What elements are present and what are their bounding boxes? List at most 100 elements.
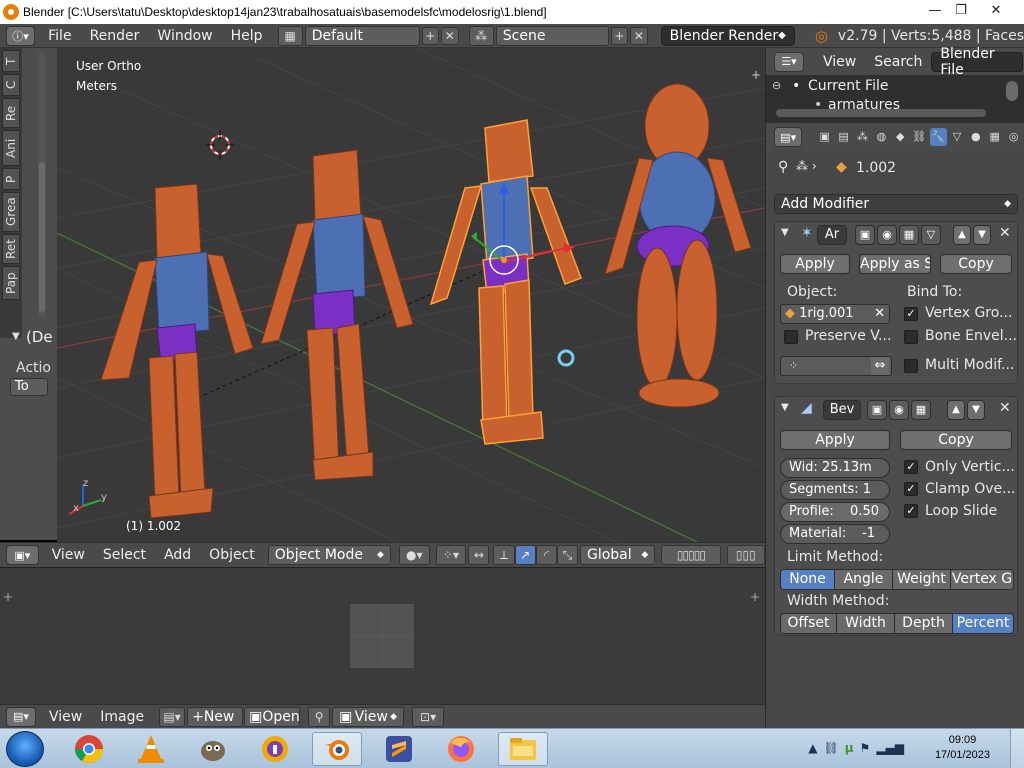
interaction-mode-dropdown[interactable]: Object Mode ◆ <box>267 545 391 565</box>
render-engine-dropdown[interactable]: Blender Render ◆ <box>660 25 795 46</box>
utorrent-icon[interactable]: µ <box>845 741 854 755</box>
pivot-point-icon[interactable]: ⁘▾ <box>435 545 467 565</box>
vertex-group-field[interactable]: ⁘ ⇔ <box>780 356 892 376</box>
modifiers-tab-icon[interactable]: 🔧 <box>929 128 947 146</box>
invert-vgroup-icon[interactable]: ⇔ <box>871 357 889 375</box>
bone-envelopes-checkbox[interactable] <box>904 330 918 344</box>
sublime-icon[interactable] <box>374 732 424 766</box>
bevel-width-field[interactable]: Wid: 25.13m <box>780 458 890 478</box>
width-offset-option[interactable]: Offset <box>781 614 837 633</box>
object-tab-icon[interactable]: ◆ <box>892 128 909 146</box>
firefox-icon[interactable] <box>436 732 486 766</box>
width-percent-option[interactable]: Percent <box>953 614 1013 633</box>
blender-icon[interactable] <box>312 732 362 766</box>
bevel-apply-button[interactable]: Apply <box>780 430 890 450</box>
limit-weight-option[interactable]: Weight <box>893 570 951 589</box>
minimize-button[interactable]: — <box>922 2 948 20</box>
outliner-menu-view[interactable]: View <box>814 54 865 70</box>
menu-object[interactable]: Object <box>200 547 264 563</box>
menu-add[interactable]: Add <box>155 547 200 563</box>
width-width-option[interactable]: Width <box>837 614 895 633</box>
collapse-arrow-icon[interactable]: ▼ <box>781 402 789 413</box>
menu-help[interactable]: Help <box>222 28 272 44</box>
menu-image[interactable]: Image <box>91 709 153 725</box>
manipulator-toggle-icon[interactable]: ↔ <box>468 545 490 565</box>
menu-window[interactable]: Window <box>148 28 221 44</box>
chevron-down-icon[interactable]: ▼ <box>12 331 20 342</box>
menu-view[interactable]: View <box>43 547 94 563</box>
outliner-display-mode[interactable]: Blender File <box>931 46 1024 78</box>
screen-layout-icon[interactable]: ▦ <box>277 25 303 46</box>
translate-active-icon[interactable]: ↗ <box>514 545 536 565</box>
scene-tab-icon[interactable]: ⁂ <box>854 128 871 146</box>
operator-action-field[interactable]: To <box>10 378 48 396</box>
remove-layout-button[interactable]: ✕ <box>441 26 459 45</box>
outliner-menu-search[interactable]: Search <box>865 54 931 70</box>
preserve-volume-checkbox[interactable] <box>784 330 798 344</box>
bevel-material-field[interactable]: Material: -1 <box>780 524 890 544</box>
armature-apply-button[interactable]: Apply <box>780 254 850 274</box>
bevel-profile-field[interactable]: Profile: 0.50 <box>780 502 890 522</box>
tab-physics[interactable]: P <box>2 168 20 190</box>
editmode-toggle-icon[interactable]: ▦ <box>899 225 919 245</box>
flag-icon[interactable]: ⚑ <box>860 741 871 755</box>
scene-field[interactable]: Scene <box>495 25 609 46</box>
tab-retopo[interactable]: Ret <box>2 234 20 264</box>
3d-viewport[interactable]: User Ortho Meters (1) 1.002 z x y + <box>57 48 765 542</box>
add-modifier-dropdown[interactable]: Add Modifier ◆ <box>774 194 1018 214</box>
texture-tab-icon[interactable]: ▦ <box>986 128 1003 146</box>
tab-grease-pencil[interactable]: Grea <box>2 192 20 232</box>
show-desktop-button[interactable] <box>1010 729 1024 768</box>
menu-select[interactable]: Select <box>94 547 155 563</box>
start-button[interactable] <box>6 731 44 767</box>
image-editor[interactable]: + + <box>0 567 765 704</box>
width-method-selector[interactable]: Offset Width Depth Percent <box>780 613 1014 634</box>
image-editor-expand-right-icon[interactable]: + <box>750 590 760 604</box>
render-toggle-icon[interactable]: ▣ <box>855 225 875 245</box>
network-share-icon[interactable]: ⛓ <box>823 741 838 755</box>
world-tab-icon[interactable]: ◍ <box>873 128 890 146</box>
viewport-visibility-icon[interactable]: ◉ <box>889 400 909 420</box>
loop-slide-checkbox[interactable]: ✓ <box>904 504 918 518</box>
physics-tab-icon[interactable]: ◎ <box>1005 128 1022 146</box>
remove-scene-button[interactable]: ✕ <box>630 26 648 45</box>
3d-view-editor-type-icon[interactable]: ▣▾ <box>6 545 39 565</box>
constraints-tab-icon[interactable]: ⛓ <box>911 128 928 146</box>
outliner-editor-type-icon[interactable]: ☰▾ <box>774 51 804 72</box>
explorer-icon[interactable] <box>498 732 548 766</box>
collapse-icon[interactable]: ⊖ <box>772 79 781 92</box>
render-layers-tab-icon[interactable]: ▤ <box>835 128 852 146</box>
tab-relations[interactable]: Re <box>2 98 20 128</box>
limit-none-option[interactable]: None <box>781 570 835 589</box>
outliner-tree[interactable]: ⊖ • Current File • armatures <box>765 75 1024 123</box>
material-tab-icon[interactable]: ● <box>967 128 984 146</box>
chrome-icon[interactable] <box>64 732 114 766</box>
outliner-hscrollbar[interactable] <box>776 109 986 117</box>
vertex-groups-checkbox[interactable]: ✓ <box>904 307 918 321</box>
armature-modifier-name[interactable]: Ar <box>817 225 847 245</box>
taskbar-clock[interactable]: 09:09 17/01/2023 <box>935 733 990 763</box>
outliner-root-item[interactable]: Current File <box>808 78 888 94</box>
outliner-vscrollbar[interactable] <box>1006 81 1018 101</box>
layers-grid-2-icon[interactable]: ▯▯▯ <box>726 545 766 565</box>
remove-modifier-icon[interactable]: ✕ <box>999 400 1011 416</box>
remove-modifier-icon[interactable]: ✕ <box>999 225 1011 241</box>
limit-vgroup-option[interactable]: Vertex G <box>951 570 1013 589</box>
menu-view-image[interactable]: View <box>40 709 91 725</box>
tab-paper[interactable]: Pap <box>2 266 20 300</box>
move-down-icon[interactable]: ▼ <box>973 225 991 245</box>
signal-icon[interactable]: ▂▄▆ <box>876 741 904 755</box>
character-model-selected[interactable] <box>429 119 582 445</box>
new-image-button[interactable]: + New <box>187 706 244 727</box>
collapse-arrow-icon[interactable]: ▼ <box>781 227 789 238</box>
move-down-icon[interactable]: ▼ <box>967 400 985 420</box>
image-editor-expand-icon[interactable]: + <box>3 590 13 604</box>
browse-image-icon[interactable]: ▤▾ <box>159 706 186 727</box>
tab-create[interactable]: C <box>2 74 20 96</box>
scale-manipulator-icon[interactable]: ⤡ <box>556 545 578 565</box>
scene-icon[interactable]: ⁂ <box>468 25 494 46</box>
move-up-icon[interactable]: ▲ <box>953 225 971 245</box>
translate-manipulator-icon[interactable]: ⟂ <box>493 545 515 565</box>
maximize-button[interactable]: ❐ <box>948 2 974 20</box>
data-tab-icon[interactable]: ▽ <box>949 128 966 146</box>
